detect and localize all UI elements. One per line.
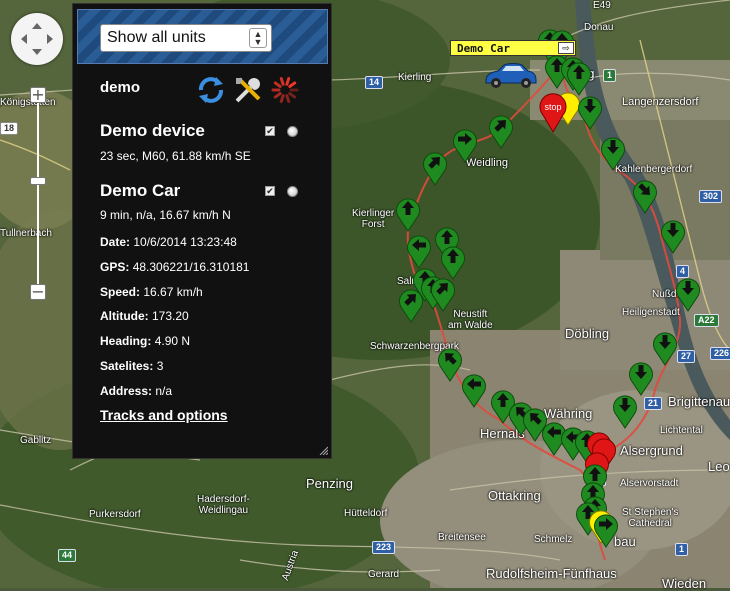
user-name: demo (100, 79, 141, 96)
device-name[interactable]: Demo device (100, 121, 205, 141)
track-point-marker[interactable] (430, 276, 456, 312)
track-point-marker[interactable] (395, 196, 421, 232)
map-label: Donau (584, 22, 614, 33)
map-label: Penzing (306, 476, 353, 491)
detail-heading: Heading: 4.90 N (100, 334, 191, 348)
track-point-marker[interactable] (437, 346, 463, 382)
road-shield: 1 (675, 543, 689, 556)
demo-car-label[interactable]: Demo Car ⇨ (450, 40, 576, 56)
map-label: Leo (708, 459, 730, 474)
map-label: Alservorstadt (620, 478, 679, 489)
loading-spinner-icon (271, 77, 299, 103)
detail-altitude: Altitude: 173.20 (100, 309, 189, 323)
follow-arrow-button[interactable]: ⇨ (558, 42, 574, 54)
road-shield: 302 (699, 190, 723, 203)
map-label: Breitensee (438, 532, 486, 543)
map-label: Döbling (565, 326, 610, 341)
map-label: Neustift am Walde (448, 309, 493, 331)
track-point-marker[interactable] (600, 135, 626, 171)
map-label: Alsergrund (620, 443, 683, 458)
units-panel: Show all units ▲ ▼ demo Demo device ✔ 23 … (72, 3, 332, 459)
track-point-marker[interactable] (461, 372, 487, 408)
refresh-icon[interactable] (196, 75, 226, 105)
road-shield: 223 (372, 541, 396, 554)
map-label: Rudolfsheim-Fünfhaus (486, 566, 617, 581)
device-status: 9 min, n/a, 16.67 km/h N (100, 208, 231, 222)
car-label-text: Demo Car (457, 42, 510, 55)
map-label: Gerard (368, 569, 400, 580)
map-label: Langenzersdorf (622, 96, 699, 108)
map-label: Kierlinger Forst (352, 208, 395, 230)
track-point-marker[interactable] (452, 127, 478, 163)
track-point-marker[interactable] (652, 330, 678, 366)
detail-gps: GPS: 48.306221/16.310181 (100, 260, 250, 274)
detail-date: Date: 10/6/2014 13:23:48 (100, 235, 237, 249)
detail-address: Address: n/a (100, 384, 173, 398)
map-label: Währing (544, 406, 593, 421)
road-shield: 18 (0, 122, 19, 135)
track-point-marker[interactable] (632, 178, 658, 214)
road-shield: 27 (677, 350, 696, 363)
device-status: 23 sec, M60, 61.88 km/h SE (100, 149, 251, 163)
track-point-marker[interactable] (422, 150, 448, 186)
track-point-marker[interactable] (593, 512, 619, 548)
map-label: Ottakring (488, 488, 541, 503)
zoom-in-button[interactable]: + (30, 87, 46, 103)
road-shield: 226 (710, 347, 730, 360)
device-follow-radio[interactable] (287, 126, 298, 137)
stop-marker[interactable]: stop (538, 91, 568, 133)
resize-grip-icon[interactable] (318, 445, 328, 455)
map-label: Kahlenbergerdorf (615, 164, 693, 175)
track-point-marker[interactable] (577, 94, 603, 130)
track-point-marker[interactable] (660, 218, 686, 254)
road-shield: 21 (644, 397, 663, 410)
device-visible-checkbox[interactable]: ✔ (265, 186, 275, 196)
track-point-marker[interactable] (612, 393, 638, 429)
unit-filter-select[interactable]: Show all units ▲ ▼ (100, 24, 272, 52)
map-label: Königstetten (0, 97, 56, 108)
road-shield: 1 (603, 69, 617, 82)
map-label: Brigittenau (668, 394, 730, 409)
map-label: Gablitz (20, 435, 52, 446)
device-visible-checkbox[interactable]: ✔ (265, 126, 275, 136)
car-icon[interactable] (482, 60, 538, 90)
unit-filter-value: Show all units (107, 29, 206, 46)
tools-icon[interactable] (233, 75, 263, 105)
track-point-marker[interactable] (675, 276, 701, 312)
panel-header: Show all units ▲ ▼ (77, 9, 328, 64)
map-label: Hadersdorf- Weidlingau (197, 494, 250, 516)
detail-speed: Speed: 16.67 km/h (100, 285, 203, 299)
road-shield: 44 (58, 549, 77, 562)
pan-arrows-icon (21, 23, 53, 55)
map-label: Schmelz (534, 534, 573, 545)
map-label: Purkersdorf (89, 509, 141, 520)
tracks-options-link[interactable]: Tracks and options (100, 407, 228, 423)
map-label: Wieden (662, 576, 707, 591)
map-label: E49 (593, 0, 611, 11)
map-label: Kierling (398, 72, 432, 83)
map-label: Lichtental (660, 425, 703, 436)
road-shield: 14 (365, 76, 384, 89)
road-shield: A22 (694, 314, 719, 327)
device-follow-radio[interactable] (287, 186, 298, 197)
track-point-marker[interactable] (406, 233, 432, 269)
zoom-slider-rail[interactable] (37, 101, 39, 287)
map-label: Hütteldorf (344, 508, 388, 519)
select-arrows-icon: ▲ ▼ (249, 28, 267, 48)
map-label: Tullnerbach (0, 228, 52, 239)
detail-satellites: Satelites: 3 (100, 359, 164, 373)
track-point-marker[interactable] (488, 113, 514, 149)
device-name[interactable]: Demo Car (100, 181, 180, 201)
map-label: St Stephen's Cathedral (622, 507, 679, 529)
map-label: Heiligenstadt (622, 307, 680, 318)
zoom-slider-thumb[interactable] (30, 177, 46, 185)
track-point-marker[interactable] (398, 287, 424, 323)
track-point-marker[interactable] (628, 360, 654, 396)
stop-text: stop (544, 102, 561, 112)
zoom-out-button[interactable]: − (30, 284, 46, 300)
pan-control[interactable] (11, 13, 63, 65)
